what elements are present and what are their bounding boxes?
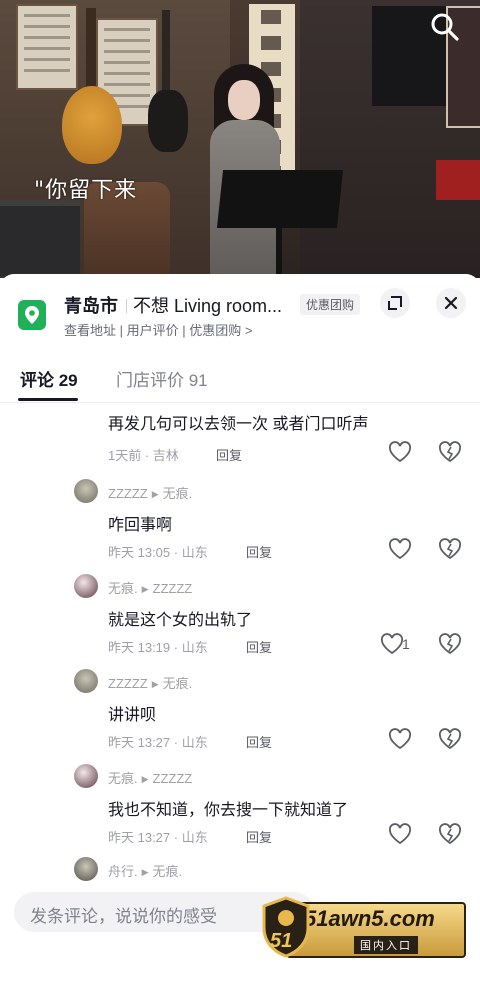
reply-target[interactable]: 无痕. — [153, 864, 183, 879]
reply-button[interactable]: 回复 — [246, 732, 272, 751]
reply-target[interactable]: ZZZZZ — [153, 771, 193, 786]
singer-face — [228, 80, 260, 120]
reply-button[interactable]: 回复 — [246, 542, 272, 561]
guitar-neck — [86, 8, 96, 98]
acoustic-guitar — [62, 86, 122, 164]
comment-text: 我也不知道，你去搜一下就知道了 — [108, 802, 349, 819]
close-icon[interactable] — [436, 288, 466, 318]
comment-time: 昨天 13:05 · 山东 — [108, 545, 208, 560]
comment-item: ZZZZZ ▶ 无痕. 讲讲呗 昨天 13:27 · 山东 回复 — [0, 665, 480, 757]
broken-heart-icon[interactable] — [438, 728, 462, 750]
comment-input-placeholder[interactable]: 发条评论，说说你的感受 — [30, 902, 217, 927]
store-city: 青岛市 — [64, 296, 118, 316]
reply-arrow-icon: ▶ — [141, 867, 149, 877]
title-separator — [126, 299, 127, 313]
comment-text: 就是这个女的出轨了 — [108, 612, 253, 629]
store-title[interactable]: 青岛市 不想 Living room... — [64, 292, 282, 318]
comment-author[interactable]: ZZZZZ — [108, 676, 148, 691]
comment-author-line: 无痕. ▶ ZZZZZ — [108, 578, 192, 597]
comment-author-line: ZZZZZ ▶ 无痕. — [108, 483, 192, 502]
reply-arrow-icon: ▶ — [151, 489, 159, 499]
reply-arrow-icon: ▶ — [141, 774, 149, 784]
heart-icon[interactable] — [388, 538, 412, 560]
watermark-domain: 51awn5.com — [304, 906, 435, 931]
heart-icon[interactable] — [388, 441, 412, 463]
heart-icon[interactable] — [388, 728, 412, 750]
heart-icon[interactable] — [388, 823, 412, 845]
avatar[interactable] — [74, 574, 98, 598]
tab-store-reviews[interactable]: 门店评价 91 — [116, 366, 208, 391]
music-stand-pole — [276, 224, 282, 278]
video-player[interactable]: "你留下来 — [0, 0, 480, 278]
bass-guitar — [148, 90, 188, 152]
broken-heart-icon[interactable] — [438, 441, 462, 463]
deal-badge[interactable]: 优惠团购 — [300, 294, 361, 315]
comment-item: 舟行. ▶ 无痕. — [0, 855, 480, 883]
comment-meta: 1天前 · 吉林 — [108, 445, 179, 464]
comment-item: 无痕. ▶ ZZZZZ 我也不知道，你去搜一下就知道了 昨天 13:27 · 山东 … — [0, 760, 480, 852]
tab-bar: 评论 29 门店评价 91 — [0, 356, 480, 402]
location-pin-icon — [18, 300, 46, 330]
music-stand — [216, 170, 344, 228]
avatar[interactable] — [74, 669, 98, 693]
reply-button[interactable]: 回复 — [246, 827, 272, 846]
store-header[interactable]: 青岛市 不想 Living room... 优惠团购 查看地址 | 用户评价 | … — [0, 274, 480, 344]
expand-icon[interactable] — [380, 288, 410, 318]
video-caption: "你留下来 — [34, 178, 138, 203]
reply-button[interactable]: 回复 — [216, 445, 242, 464]
avatar[interactable] — [74, 857, 98, 881]
comment-time: 昨天 13:27 · 山东 — [108, 735, 208, 750]
broken-heart-icon[interactable] — [438, 633, 462, 655]
comment-text: 讲讲呗 — [108, 707, 157, 724]
broken-heart-icon[interactable] — [438, 823, 462, 845]
comment-time: 昨天 13:27 · 山东 — [108, 830, 208, 845]
comment-author-line: 无痕. ▶ ZZZZZ — [108, 768, 192, 787]
reply-target[interactable]: 无痕. — [163, 676, 193, 691]
like-count: 1 — [402, 636, 410, 652]
heart-icon[interactable] — [380, 633, 404, 655]
avatar[interactable] — [74, 764, 98, 788]
tab-comments[interactable]: 评论 29 — [20, 366, 78, 391]
reply-arrow-icon: ▶ — [141, 584, 149, 594]
comment-sheet: 青岛市 不想 Living room... 优惠团购 查看地址 | 用户评价 | … — [0, 274, 480, 982]
tab-active-indicator — [18, 398, 78, 401]
store-links[interactable]: 查看地址 | 用户评价 | 优惠团购 > — [64, 320, 252, 339]
comment-time: 昨天 13:19 · 山东 — [108, 640, 208, 655]
bass-neck — [162, 10, 170, 94]
comment-author[interactable]: 舟行. — [108, 864, 138, 879]
red-box — [436, 160, 480, 200]
comment-item: ZZZZZ ▶ 无痕. 咋回事啊 昨天 13:05 · 山东 回复 — [0, 475, 480, 567]
comment-item: 无痕. ▶ ZZZZZ 就是这个女的出轨了 昨天 13:19 · 山东 回复 1 — [0, 570, 480, 662]
comment-item: 再发几句可以去领一次 或者门口听声 1天前 · 吉林 回复 — [0, 403, 480, 475]
reply-target[interactable]: 无痕. — [163, 486, 193, 501]
comment-list[interactable]: 再发几句可以去领一次 或者门口听声 1天前 · 吉林 回复 ZZZZZ ▶ 无痕. … — [0, 403, 480, 883]
watermark-badge: 51 — [270, 930, 293, 952]
comment-author-line: ZZZZZ ▶ 无痕. — [108, 673, 192, 692]
search-icon[interactable] — [428, 10, 462, 44]
broken-heart-icon[interactable] — [438, 538, 462, 560]
watermark-entry: 国内入口 — [354, 936, 418, 954]
reply-button[interactable]: 回复 — [246, 637, 272, 656]
comment-author-line: 舟行. ▶ 无痕. — [108, 861, 182, 880]
site-watermark[interactable]: 51awn5.com 国内入口 51 — [258, 894, 466, 960]
reply-target[interactable]: ZZZZZ — [153, 581, 193, 596]
reply-arrow-icon: ▶ — [151, 679, 159, 689]
calligraphy-frame — [16, 4, 78, 90]
comment-text: 咋回事啊 — [108, 517, 173, 534]
comment-text: 再发几句可以去领一次 或者门口听声 — [108, 416, 369, 433]
comment-time: 1天前 · 吉林 — [108, 448, 179, 463]
comment-author[interactable]: 无痕. — [108, 771, 138, 786]
comment-author[interactable]: 无痕. — [108, 581, 138, 596]
amplifier — [0, 200, 80, 276]
comment-author[interactable]: ZZZZZ — [108, 486, 148, 501]
store-venue: 不想 Living room... — [133, 296, 283, 316]
avatar[interactable] — [74, 479, 98, 503]
